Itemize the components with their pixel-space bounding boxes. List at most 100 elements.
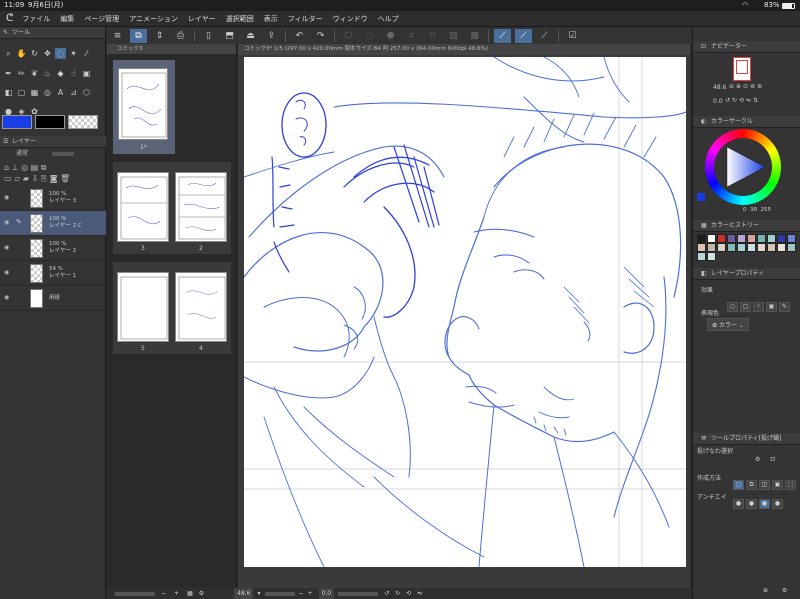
drawing-paper[interactable]	[243, 56, 687, 568]
navigator-preview[interactable]	[733, 57, 751, 81]
mask-icon[interactable]: ▤	[31, 163, 39, 172]
new-selection-icon[interactable]: ▢	[733, 479, 744, 490]
history-swatch[interactable]	[747, 243, 756, 252]
history-swatch[interactable]	[777, 243, 786, 252]
eraser-icon[interactable]: ◆	[55, 68, 66, 79]
history-swatch[interactable]	[787, 234, 796, 243]
layer-row[interactable]: ◉ 100 % レイヤー 2	[0, 236, 106, 261]
link-icon[interactable]: ⧉	[41, 163, 47, 172]
navigator-buttons[interactable]: ⊖⊕⊙⊚⊛	[729, 83, 764, 90]
quick-access-icon[interactable]: ☑	[564, 29, 581, 43]
snap-special-icon[interactable]: ⟋	[515, 28, 532, 43]
history-swatch[interactable]	[737, 243, 746, 252]
figure-icon[interactable]: ▢	[16, 87, 27, 98]
page-spread-3-2[interactable]: 3 2	[113, 162, 231, 254]
history-swatch[interactable]	[697, 243, 706, 252]
move-icon[interactable]: ✥	[42, 48, 53, 59]
export-icon[interactable]: ⎙	[172, 29, 189, 43]
page-zoom-minus-icon[interactable]: −	[161, 588, 166, 599]
color-wheel[interactable]	[705, 129, 781, 205]
deselect-icon[interactable]: ◌	[361, 29, 378, 43]
mask-add-icon[interactable]: ◙	[50, 174, 58, 183]
expression-color-select[interactable]: ✿ カラー ⌄	[707, 318, 749, 331]
page-card-1[interactable]: 1*	[113, 60, 175, 154]
add-selection-icon[interactable]: ⧉	[746, 480, 757, 490]
navigator-rotate-buttons[interactable]: ↺↻⟲⇋⇅	[725, 97, 760, 104]
page-zoom-slider[interactable]	[115, 591, 155, 596]
main-color-swatch[interactable]	[2, 115, 32, 129]
blend-icon[interactable]: ☝	[68, 68, 79, 79]
app-logo-icon[interactable]: ᕦ	[0, 13, 17, 24]
eye-icon[interactable]: ◉	[4, 244, 9, 251]
pen-tool-icon[interactable]: ✒	[3, 68, 14, 79]
menu-edit[interactable]: 編集	[55, 14, 79, 24]
zoom-minus-icon[interactable]: −	[299, 588, 304, 599]
layer-row[interactable]: ◉ ✎ 100 % レイヤー 2 C	[0, 211, 106, 236]
canvas-tab[interactable]: コミック3* 1/5 (297.00 x 420.00mm 製本サイズ:B4 判…	[238, 44, 690, 55]
history-swatch[interactable]	[757, 243, 766, 252]
magic-wand-icon[interactable]: ✶	[68, 48, 79, 59]
subtract-selection-icon[interactable]: ◫	[759, 479, 770, 490]
zoom-icon[interactable]: ⌕	[3, 49, 14, 60]
rotate-right-icon[interactable]: ↻	[395, 588, 400, 599]
layer-row[interactable]: ◉ 100 % レイヤー 3	[0, 186, 106, 211]
blend-mode-row[interactable]: 通常	[0, 148, 106, 160]
history-swatch[interactable]	[707, 234, 716, 243]
brush-tool-icon[interactable]: ❦	[29, 68, 40, 79]
zoom-slider[interactable]	[264, 591, 295, 596]
redo-icon[interactable]: ↷	[312, 29, 329, 43]
history-swatch[interactable]	[777, 234, 786, 243]
rotation-angle[interactable]: 0.0	[318, 588, 335, 599]
page-manager-icon[interactable]: ⧉	[130, 28, 147, 43]
rotate-left-icon[interactable]: ↺	[384, 588, 389, 599]
pencil-tool-icon[interactable]: ✏	[16, 68, 27, 79]
menu-animation[interactable]: アニメーション	[124, 14, 183, 24]
folder-icon[interactable]: ▰	[23, 174, 29, 183]
transform-icon[interactable]: ⬡	[340, 29, 357, 43]
history-swatch[interactable]	[757, 234, 766, 243]
flip-icon[interactable]: ⇋	[417, 588, 422, 599]
panel-bottom-buttons[interactable]: ⊕ ⚙	[763, 587, 793, 594]
page-settings-icon[interactable]: ⚙	[199, 588, 204, 599]
page-manager-tab[interactable]: コミック3	[107, 44, 236, 54]
page-grid-icon[interactable]: ▦	[187, 588, 193, 599]
menu-selection[interactable]: 選択範囲	[221, 14, 259, 24]
sub-color-swatch[interactable]	[35, 115, 65, 129]
layer-row[interactable]: ◉ 54 % レイヤー 1	[0, 261, 106, 286]
crop-icon[interactable]: ⌗	[403, 29, 420, 43]
open-icon[interactable]: ⬒	[221, 29, 238, 43]
hamburger-icon[interactable]: ≡	[109, 29, 126, 43]
aa-medium-icon[interactable]: ●	[759, 498, 770, 509]
new-raster-icon[interactable]: ▭	[4, 174, 12, 183]
zoom-level[interactable]: 48.6	[234, 588, 254, 599]
eye-icon[interactable]: ◉	[4, 269, 9, 276]
menu-window[interactable]: ウィンドウ	[328, 14, 373, 24]
layer-row[interactable]: ◉ 用紙	[0, 286, 106, 311]
zoom-down-icon[interactable]: ▾	[257, 588, 260, 599]
history-swatch[interactable]	[717, 234, 726, 243]
page-zoom-plus-icon[interactable]: +	[174, 588, 179, 599]
zoom-plus-icon[interactable]: +	[308, 588, 313, 599]
layer-color-icon[interactable]: ▣	[766, 301, 777, 312]
history-swatch[interactable]	[787, 243, 796, 252]
menu-layer[interactable]: レイヤー	[183, 14, 221, 24]
eye-icon[interactable]: ◉	[4, 219, 9, 226]
ruler-icon[interactable]: ⊿	[68, 87, 79, 98]
balloon-icon[interactable]: ◎	[42, 87, 53, 98]
color-triangle[interactable]	[717, 143, 769, 191]
fill-icon[interactable]: ▣	[81, 68, 92, 79]
lock-icon[interactable]: ⌂	[4, 163, 9, 172]
menu-help[interactable]: ヘルプ	[373, 14, 404, 24]
merge-icon[interactable]: ⇩	[32, 174, 39, 183]
rotate-reset-icon[interactable]: ⟲	[406, 588, 411, 599]
tool-property-buttons[interactable]: ⚙ ⊡	[755, 456, 779, 463]
eyedropper-icon[interactable]: ⁄	[81, 48, 92, 59]
gradient-icon[interactable]: ◧	[3, 87, 14, 98]
tone-icon[interactable]: ⁘	[753, 301, 764, 312]
history-swatch[interactable]	[767, 243, 776, 252]
hand-icon[interactable]: ✋	[16, 48, 27, 59]
menu-file[interactable]: ファイル	[17, 14, 55, 24]
copy-icon[interactable]: ⎘	[41, 174, 47, 183]
invert-icon[interactable]: ⬣	[382, 29, 399, 43]
menu-page[interactable]: ページ管理	[79, 14, 124, 24]
